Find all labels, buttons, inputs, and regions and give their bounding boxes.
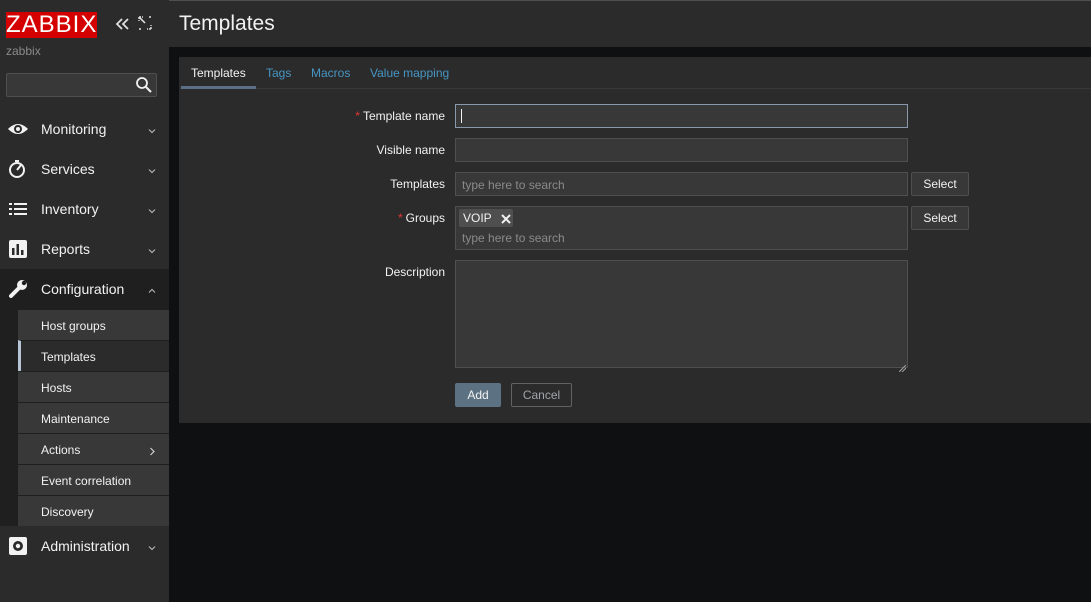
eye-icon [7, 119, 29, 139]
placeholder-text: type here to search [462, 231, 565, 245]
required-mark: * [355, 109, 360, 123]
list-icon [7, 199, 29, 219]
tab-bar: Templates Tags Macros Value mapping [180, 57, 1091, 89]
remove-chip-icon[interactable] [500, 212, 512, 224]
chevron-up-icon [147, 283, 157, 293]
placeholder-text: type here to search [462, 178, 565, 192]
cancel-button[interactable]: Cancel [511, 383, 572, 407]
templates-select-button[interactable]: Select [911, 172, 969, 196]
menu-label: Reports [41, 241, 91, 257]
sidebar: ZABBIX zabbix Monitoring Services Invent… [0, 0, 169, 602]
menu-item-administration[interactable]: Administration [0, 526, 169, 566]
template-form-panel: Templates Tags Macros Value mapping * Tem… [179, 57, 1091, 423]
submenu-label: Actions [41, 443, 81, 457]
menu-label: Monitoring [41, 121, 107, 137]
chevron-right-icon [148, 445, 156, 456]
page-header: Templates [169, 0, 1091, 47]
menu-item-configuration[interactable]: Configuration [0, 269, 169, 309]
menu-item-reports[interactable]: Reports [0, 229, 169, 269]
chevron-down-icon [147, 163, 157, 174]
collapse-sidebar-icon[interactable] [113, 15, 131, 33]
submenu-label: Maintenance [41, 412, 110, 426]
menu-label: Configuration [41, 281, 125, 297]
submenu-item-discovery[interactable]: Discovery [18, 495, 169, 526]
menu-label: Administration [41, 538, 130, 554]
visible-name-label: Visible name [376, 143, 445, 157]
gear-icon [7, 536, 29, 556]
groups-multiselect[interactable]: VOIP type here to search [455, 206, 908, 250]
tab-macros[interactable]: Macros [311, 66, 350, 80]
chevron-down-icon [147, 203, 157, 214]
configuration-submenu: Host groups Templates Hosts Maintenance … [18, 309, 169, 526]
tab-value-mapping[interactable]: Value mapping [370, 66, 449, 80]
visible-name-input[interactable] [455, 138, 908, 162]
group-chip: VOIP [459, 209, 513, 227]
zabbix-logo[interactable]: ZABBIX [6, 12, 97, 38]
submenu-item-host-groups[interactable]: Host groups [18, 309, 169, 340]
submenu-item-templates[interactable]: Templates [18, 340, 169, 371]
submenu-item-event-correlation[interactable]: Event correlation [18, 464, 169, 495]
submenu-label: Host groups [41, 319, 106, 333]
groups-select-button[interactable]: Select [911, 206, 969, 230]
template-name-input[interactable] [455, 104, 908, 128]
template-name-label: * Template name [355, 109, 445, 123]
chip-label: VOIP [463, 211, 492, 225]
menu-item-services[interactable]: Services [0, 149, 169, 189]
menu-item-inventory[interactable]: Inventory [0, 189, 169, 229]
active-tab-indicator [181, 86, 256, 89]
templates-search-input[interactable]: type here to search [455, 172, 908, 196]
description-label: Description [384, 265, 445, 279]
submenu-label: Discovery [41, 505, 94, 519]
templates-label: Templates [390, 177, 445, 191]
submenu-item-maintenance[interactable]: Maintenance [18, 402, 169, 433]
stopwatch-icon [7, 159, 29, 179]
main-menu: Monitoring Services Inventory Reports Co… [0, 109, 169, 566]
required-mark: * [397, 211, 403, 225]
app-window: ZABBIX zabbix Monitoring Services Invent… [0, 0, 1091, 602]
description-textarea[interactable] [455, 260, 908, 373]
wrench-icon [7, 279, 29, 299]
bar-chart-icon [7, 239, 29, 259]
configuration-section: Configuration Host groups Templates Host… [0, 269, 169, 526]
server-name: zabbix [6, 44, 41, 58]
add-button[interactable]: Add [455, 383, 501, 407]
submenu-label: Event correlation [41, 474, 132, 488]
chevron-down-icon [147, 243, 157, 254]
kiosk-mode-icon[interactable] [138, 16, 152, 30]
submenu-label: Templates [41, 350, 96, 364]
submenu-item-hosts[interactable]: Hosts [18, 371, 169, 402]
resize-handle-icon[interactable] [898, 359, 907, 373]
page-title: Templates [179, 12, 275, 35]
groups-label: * Groups [397, 211, 445, 225]
text-caret [461, 109, 462, 123]
submenu-item-actions[interactable]: Actions [18, 433, 169, 464]
tab-tags[interactable]: Tags [266, 66, 291, 80]
chevron-down-icon [147, 540, 157, 551]
chevron-down-icon [147, 123, 157, 134]
menu-item-monitoring[interactable]: Monitoring [0, 109, 169, 149]
submenu-label: Hosts [41, 381, 72, 395]
tab-templates[interactable]: Templates [191, 66, 246, 80]
menu-label: Inventory [41, 201, 99, 217]
search-icon[interactable] [135, 76, 153, 94]
menu-label: Services [41, 161, 95, 177]
